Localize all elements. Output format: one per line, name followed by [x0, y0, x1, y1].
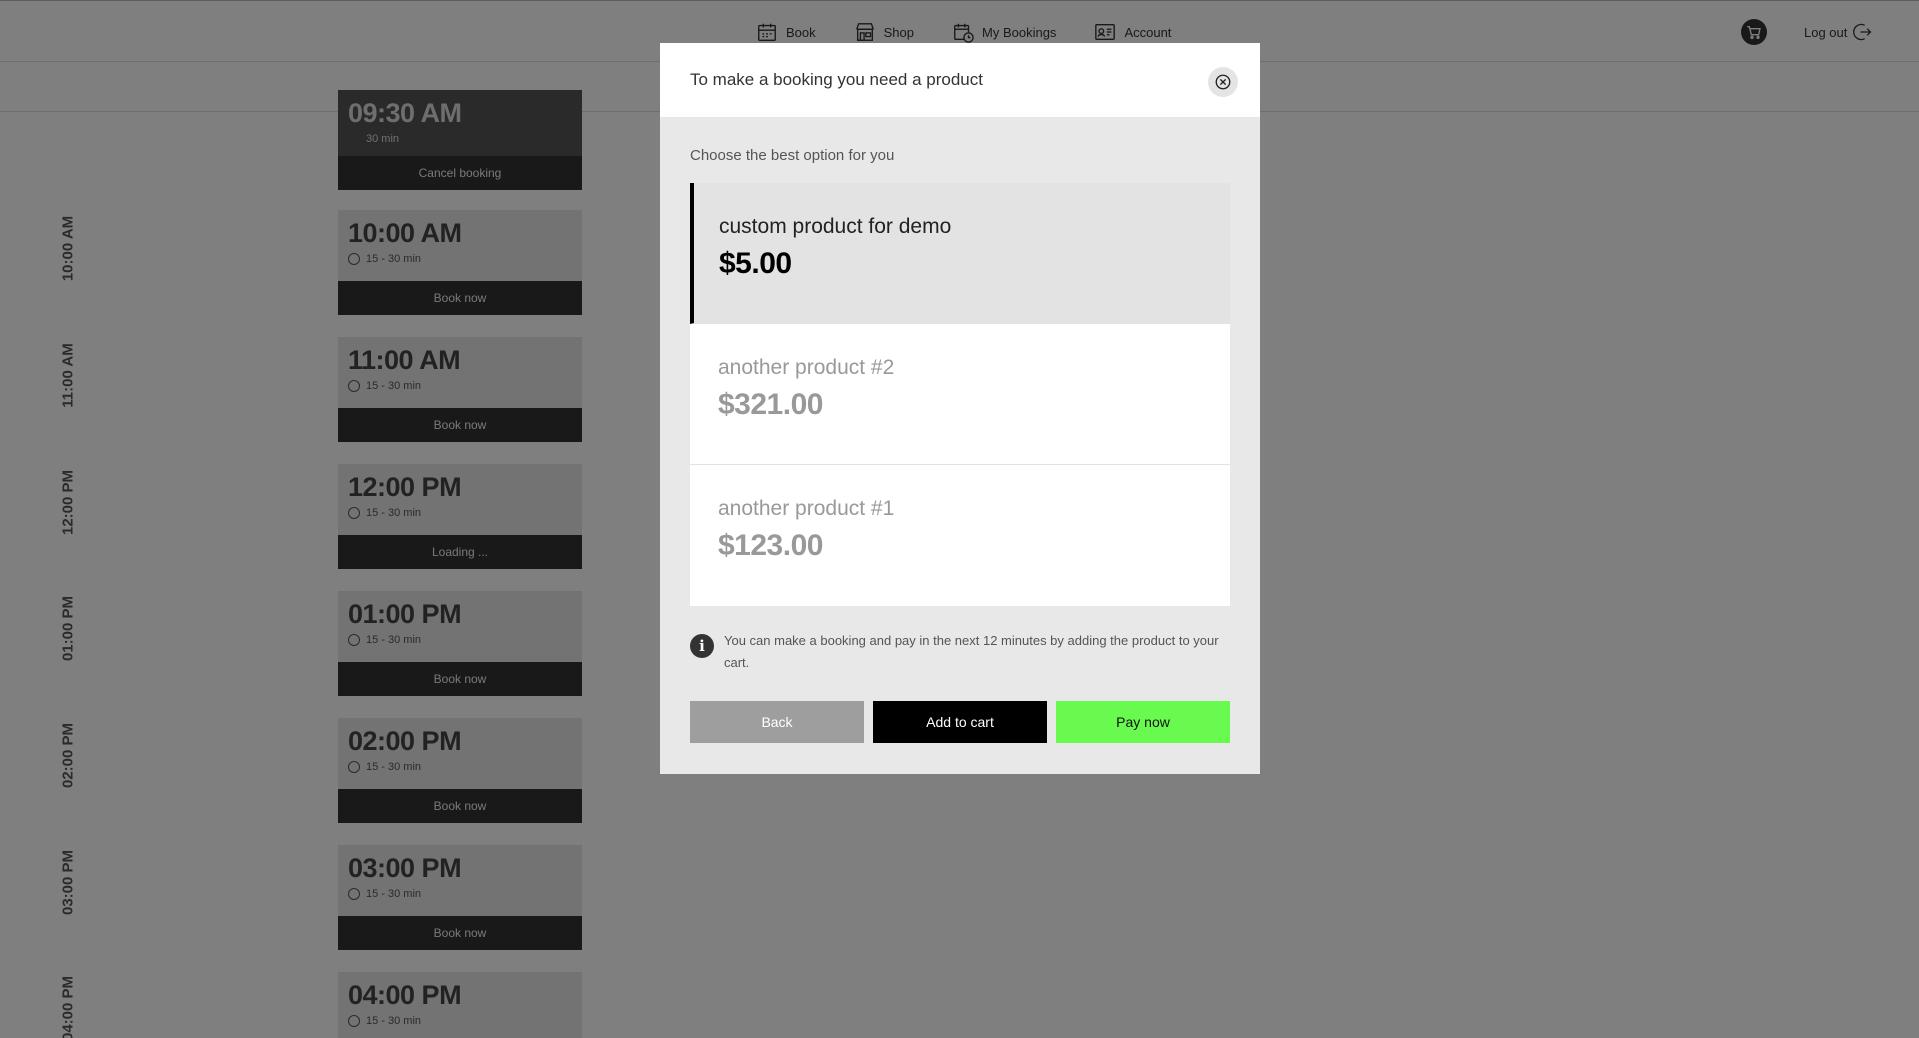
- close-button[interactable]: [1208, 67, 1238, 97]
- modal-header: To make a booking you need a product: [660, 43, 1260, 117]
- info-notice: i You can make a booking and pay in the …: [690, 630, 1230, 674]
- info-text: You can make a booking and pay in the ne…: [724, 633, 1219, 670]
- back-button[interactable]: Back: [690, 701, 864, 743]
- modal-subtitle: Choose the best option for you: [690, 147, 895, 164]
- product-name: another product #1: [718, 497, 895, 520]
- product-modal: To make a booking you need a product Cho…: [660, 43, 1260, 774]
- product-price: $123.00: [718, 529, 823, 562]
- modal-title: To make a booking you need a product: [690, 70, 983, 89]
- product-option-selected[interactable]: custom product for demo $5.00: [690, 183, 1230, 324]
- product-option[interactable]: another product #2 $321.00: [690, 324, 1230, 465]
- product-name: custom product for demo: [719, 215, 952, 238]
- product-price: $321.00: [718, 388, 823, 421]
- product-price: $5.00: [719, 247, 792, 280]
- info-icon: i: [690, 634, 714, 658]
- add-to-cart-button[interactable]: Add to cart: [873, 701, 1047, 743]
- modal-actions: Back Add to cart Pay now: [690, 701, 1230, 743]
- product-list: custom product for demo $5.00 another pr…: [690, 183, 1230, 606]
- product-name: another product #2: [718, 356, 895, 379]
- product-option[interactable]: another product #1 $123.00: [690, 465, 1230, 606]
- pay-now-button[interactable]: Pay now: [1056, 701, 1230, 743]
- close-icon: [1215, 74, 1231, 90]
